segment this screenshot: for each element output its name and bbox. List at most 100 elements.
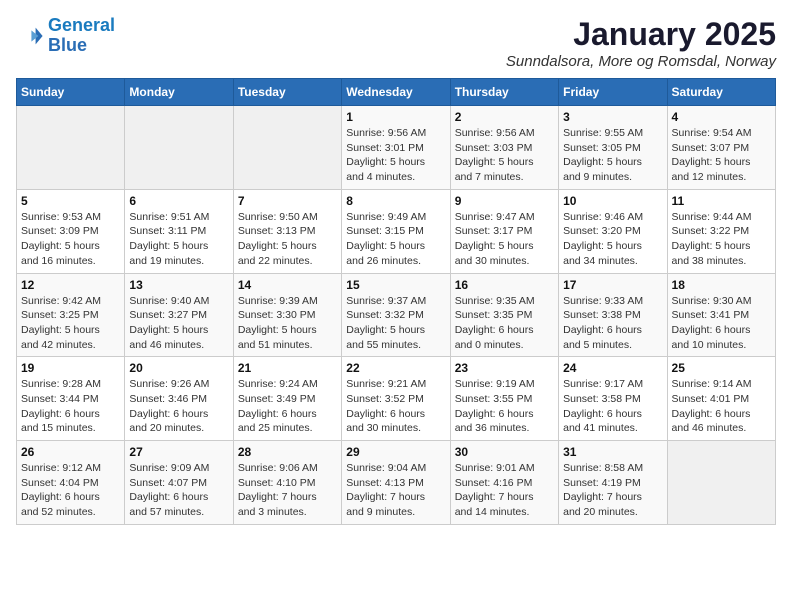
day-number: 24 <box>563 361 662 375</box>
day-cell: 2Sunrise: 9:56 AM Sunset: 3:03 PM Daylig… <box>450 106 558 190</box>
day-number: 27 <box>129 445 228 459</box>
day-cell: 14Sunrise: 9:39 AM Sunset: 3:30 PM Dayli… <box>233 273 341 357</box>
day-number: 1 <box>346 110 445 124</box>
logo-line1: General <box>48 15 115 35</box>
day-cell: 7 Sunrise: 9:50 AM Sunset: 3:13 PM Daylig… <box>233 189 341 273</box>
week-row-2: 5Sunrise: 9:53 AM Sunset: 3:09 PM Daylig… <box>17 189 776 273</box>
weekday-header-friday: Friday <box>559 79 667 106</box>
title-area: January 2025 Sunndalsora, More og Romsda… <box>506 16 776 70</box>
day-number: 28 <box>238 445 337 459</box>
day-info: Sunrise: 9:42 AM Sunset: 3:25 PM Dayligh… <box>21 294 120 353</box>
weekday-header-row: SundayMondayTuesdayWednesdayThursdayFrid… <box>17 79 776 106</box>
day-info: Sunrise: 9:46 AM Sunset: 3:20 PM Dayligh… <box>563 210 662 269</box>
day-number: 8 <box>346 194 445 208</box>
day-cell: 15Sunrise: 9:37 AM Sunset: 3:32 PM Dayli… <box>342 273 450 357</box>
day-number: 26 <box>21 445 120 459</box>
day-number: 5 <box>21 194 120 208</box>
header: General Blue January 2025 Sunndalsora, M… <box>16 16 776 70</box>
day-number: 18 <box>672 278 771 292</box>
day-cell: 27Sunrise: 9:09 AM Sunset: 4:07 PM Dayli… <box>125 441 233 525</box>
day-info: Sunrise: 9:24 AM Sunset: 3:49 PM Dayligh… <box>238 377 337 436</box>
day-cell: 22 Sunrise: 9:21 AM Sunset: 3:52 PM Dayli… <box>342 357 450 441</box>
day-number: 10 <box>563 194 662 208</box>
day-number: 20 <box>129 361 228 375</box>
day-info: Sunrise: 9:19 AM Sunset: 3:55 PM Dayligh… <box>455 377 554 436</box>
day-info: Sunrise: 9:54 AM Sunset: 3:07 PM Dayligh… <box>672 126 771 185</box>
day-cell: 29 Sunrise: 9:04 AM Sunset: 4:13 PM Dayli… <box>342 441 450 525</box>
day-cell <box>125 106 233 190</box>
day-cell <box>667 441 775 525</box>
day-info: Sunrise: 9:40 AM Sunset: 3:27 PM Dayligh… <box>129 294 228 353</box>
day-info: Sunrise: 9:37 AM Sunset: 3:32 PM Dayligh… <box>346 294 445 353</box>
day-cell <box>233 106 341 190</box>
day-info: Sunrise: 9:56 AM Sunset: 3:01 PM Dayligh… <box>346 126 445 185</box>
day-cell: 4 Sunrise: 9:54 AM Sunset: 3:07 PM Daylig… <box>667 106 775 190</box>
day-info: Sunrise: 8:58 AM Sunset: 4:19 PM Dayligh… <box>563 461 662 520</box>
day-cell: 24 Sunrise: 9:17 AM Sunset: 3:58 PM Dayli… <box>559 357 667 441</box>
day-cell: 5Sunrise: 9:53 AM Sunset: 3:09 PM Daylig… <box>17 189 125 273</box>
day-number: 23 <box>455 361 554 375</box>
day-info: Sunrise: 9:44 AM Sunset: 3:22 PM Dayligh… <box>672 210 771 269</box>
day-number: 13 <box>129 278 228 292</box>
day-info: Sunrise: 9:30 AM Sunset: 3:41 PM Dayligh… <box>672 294 771 353</box>
day-info: Sunrise: 9:21 AM Sunset: 3:52 PM Dayligh… <box>346 377 445 436</box>
day-info: Sunrise: 9:01 AM Sunset: 4:16 PM Dayligh… <box>455 461 554 520</box>
day-info: Sunrise: 9:33 AM Sunset: 3:38 PM Dayligh… <box>563 294 662 353</box>
subtitle: Sunndalsora, More og Romsdal, Norway <box>506 53 776 70</box>
day-cell: 10 Sunrise: 9:46 AM Sunset: 3:20 PM Dayli… <box>559 189 667 273</box>
day-cell: 11Sunrise: 9:44 AM Sunset: 3:22 PM Dayli… <box>667 189 775 273</box>
day-cell: 20 Sunrise: 9:26 AM Sunset: 3:46 PM Dayli… <box>125 357 233 441</box>
day-cell: 6Sunrise: 9:51 AM Sunset: 3:11 PM Daylig… <box>125 189 233 273</box>
day-info: Sunrise: 9:49 AM Sunset: 3:15 PM Dayligh… <box>346 210 445 269</box>
day-info: Sunrise: 9:04 AM Sunset: 4:13 PM Dayligh… <box>346 461 445 520</box>
day-number: 4 <box>672 110 771 124</box>
day-info: Sunrise: 9:50 AM Sunset: 3:13 PM Dayligh… <box>238 210 337 269</box>
day-cell: 30 Sunrise: 9:01 AM Sunset: 4:16 PM Dayli… <box>450 441 558 525</box>
day-cell <box>17 106 125 190</box>
day-cell: 18 Sunrise: 9:30 AM Sunset: 3:41 PM Dayli… <box>667 273 775 357</box>
weekday-header-thursday: Thursday <box>450 79 558 106</box>
day-cell: 1 Sunrise: 9:56 AM Sunset: 3:01 PM Daylig… <box>342 106 450 190</box>
day-info: Sunrise: 9:06 AM Sunset: 4:10 PM Dayligh… <box>238 461 337 520</box>
weekday-header-tuesday: Tuesday <box>233 79 341 106</box>
day-number: 31 <box>563 445 662 459</box>
day-cell: 3 Sunrise: 9:55 AM Sunset: 3:05 PM Daylig… <box>559 106 667 190</box>
day-number: 29 <box>346 445 445 459</box>
day-cell: 13 Sunrise: 9:40 AM Sunset: 3:27 PM Dayli… <box>125 273 233 357</box>
day-cell: 23 Sunrise: 9:19 AM Sunset: 3:55 PM Dayli… <box>450 357 558 441</box>
day-info: Sunrise: 9:47 AM Sunset: 3:17 PM Dayligh… <box>455 210 554 269</box>
weekday-header-sunday: Sunday <box>17 79 125 106</box>
logo-line2: Blue <box>48 35 87 55</box>
week-row-5: 26 Sunrise: 9:12 AM Sunset: 4:04 PM Dayli… <box>17 441 776 525</box>
day-info: Sunrise: 9:39 AM Sunset: 3:30 PM Dayligh… <box>238 294 337 353</box>
day-number: 19 <box>21 361 120 375</box>
weekday-header-monday: Monday <box>125 79 233 106</box>
day-number: 22 <box>346 361 445 375</box>
week-row-3: 12 Sunrise: 9:42 AM Sunset: 3:25 PM Dayli… <box>17 273 776 357</box>
day-info: Sunrise: 9:14 AM Sunset: 4:01 PM Dayligh… <box>672 377 771 436</box>
day-cell: 9 Sunrise: 9:47 AM Sunset: 3:17 PM Daylig… <box>450 189 558 273</box>
day-cell: 25Sunrise: 9:14 AM Sunset: 4:01 PM Dayli… <box>667 357 775 441</box>
day-info: Sunrise: 9:17 AM Sunset: 3:58 PM Dayligh… <box>563 377 662 436</box>
main-title: January 2025 <box>506 16 776 53</box>
day-cell: 26 Sunrise: 9:12 AM Sunset: 4:04 PM Dayli… <box>17 441 125 525</box>
day-number: 9 <box>455 194 554 208</box>
day-number: 16 <box>455 278 554 292</box>
day-cell: 21 Sunrise: 9:24 AM Sunset: 3:49 PM Dayli… <box>233 357 341 441</box>
day-number: 30 <box>455 445 554 459</box>
day-info: Sunrise: 9:26 AM Sunset: 3:46 PM Dayligh… <box>129 377 228 436</box>
calendar: SundayMondayTuesdayWednesdayThursdayFrid… <box>16 78 776 525</box>
day-info: Sunrise: 9:28 AM Sunset: 3:44 PM Dayligh… <box>21 377 120 436</box>
day-number: 2 <box>455 110 554 124</box>
day-number: 21 <box>238 361 337 375</box>
day-number: 3 <box>563 110 662 124</box>
day-number: 7 <box>238 194 337 208</box>
day-info: Sunrise: 9:35 AM Sunset: 3:35 PM Dayligh… <box>455 294 554 353</box>
day-info: Sunrise: 9:12 AM Sunset: 4:04 PM Dayligh… <box>21 461 120 520</box>
day-cell: 16 Sunrise: 9:35 AM Sunset: 3:35 PM Dayli… <box>450 273 558 357</box>
day-number: 6 <box>129 194 228 208</box>
day-number: 12 <box>21 278 120 292</box>
day-info: Sunrise: 9:55 AM Sunset: 3:05 PM Dayligh… <box>563 126 662 185</box>
day-cell: 8 Sunrise: 9:49 AM Sunset: 3:15 PM Daylig… <box>342 189 450 273</box>
weekday-header-saturday: Saturday <box>667 79 775 106</box>
